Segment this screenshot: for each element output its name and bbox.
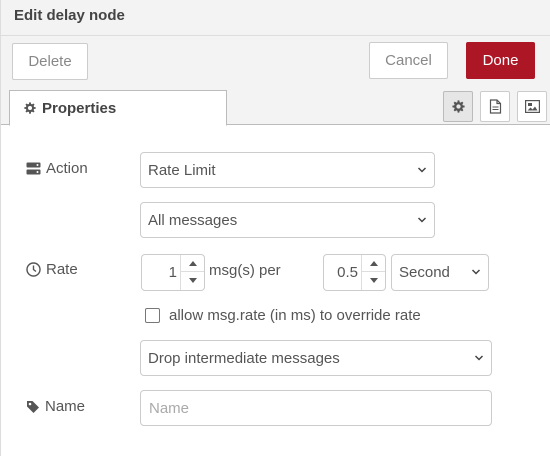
drop-messages-select[interactable]: Drop intermediate messages [140,340,492,376]
caret-down-icon [369,278,378,283]
rate-interval-spinner[interactable]: 0.5 [323,254,386,291]
name-label-text: Name [45,398,86,415]
tab-properties[interactable]: Properties [9,90,227,126]
rate-label-text: Rate [46,261,78,278]
action-label-text: Action [46,160,88,177]
rate-units-select[interactable]: Second [391,254,489,291]
chevron-down-icon [417,167,427,173]
tray-header: Edit delay node [1,0,550,36]
tag-icon [27,400,39,413]
rate-interval-value: 0.5 [337,264,358,281]
override-rate-label: allow msg.rate (in ms) to override rate [169,307,421,324]
name-input[interactable] [140,390,492,426]
spinner-up-button[interactable] [362,255,385,272]
chevron-down-icon [474,355,484,361]
spinner-down-button[interactable] [181,272,204,289]
caret-up-icon [369,260,378,266]
drop-messages-value: Drop intermediate messages [148,349,340,367]
scope-select[interactable]: All messages [140,202,435,238]
tray-title: Edit delay node [14,7,125,24]
done-button[interactable]: Done [466,42,535,79]
image-icon [524,100,540,113]
caret-down-icon [188,278,197,283]
rate-label: Rate [26,261,78,278]
document-icon [489,99,501,114]
tab-properties-label: Properties [42,99,117,117]
clock-icon [26,262,41,277]
chevron-down-icon [417,217,427,223]
action-select[interactable]: Rate Limit [140,152,435,188]
server-icon [26,162,41,175]
rate-count-unit: msg(s) per [209,262,281,279]
cancel-button[interactable]: Cancel [369,42,448,79]
scope-select-value: All messages [148,211,238,229]
gear-icon [451,100,465,113]
action-select-value: Rate Limit [148,161,216,179]
name-label: Name [26,398,85,415]
spinner-down-button[interactable] [362,272,385,289]
tray-toolbar: Delete Cancel Done [1,36,550,88]
settings-tab-button[interactable] [443,91,473,122]
gear-icon [24,102,36,114]
rate-count-value: 1 [168,264,177,281]
appearance-tab-button[interactable] [517,91,547,122]
spinner-up-button[interactable] [181,255,204,272]
description-tab-button[interactable] [480,91,510,122]
tab-bar: Properties [1,88,550,126]
rate-units-value: Second [399,264,450,281]
delete-button[interactable]: Delete [12,43,88,80]
edit-tray: Edit delay node Delete Cancel Done Prope… [0,0,550,456]
chevron-down-icon [471,269,481,275]
rate-count-spinner[interactable]: 1 [141,254,205,291]
caret-up-icon [188,260,197,266]
override-rate-checkbox[interactable] [145,308,160,323]
action-label: Action [26,160,88,177]
